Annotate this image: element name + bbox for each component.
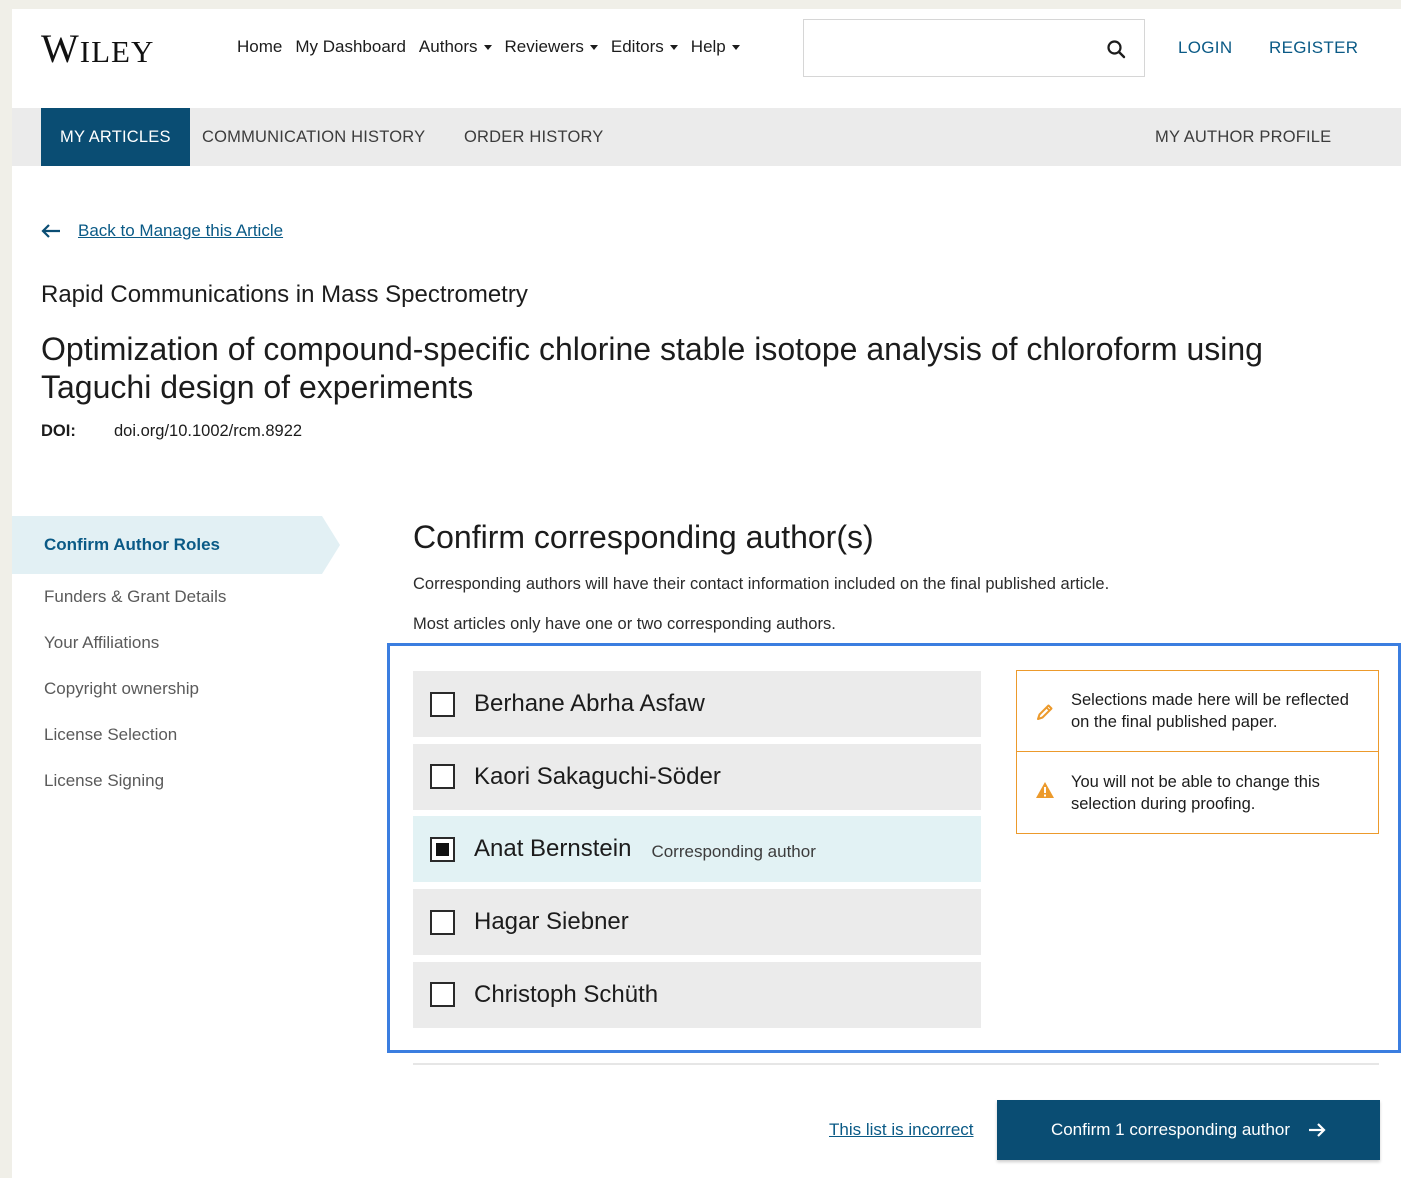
search-input[interactable] — [804, 20, 1084, 76]
confirm-button-label: Confirm 1 corresponding author — [1050, 1120, 1291, 1139]
author-list: Berhane Abrha Asfaw Kaori Sakaguchi-Söde… — [413, 671, 981, 1034]
nav-authors[interactable]: Authors — [419, 37, 492, 57]
steps-sidebar: Confirm Author Roles Funders & Grant Det… — [12, 516, 342, 804]
corresponding-author-tag: Corresponding author — [651, 842, 816, 862]
journal-title: Rapid Communications in Mass Spectrometr… — [41, 281, 528, 308]
confirm-corresponding-author-button[interactable]: Confirm 1 corresponding author — [997, 1100, 1380, 1160]
author-option[interactable]: Christoph Schüth — [413, 961, 981, 1028]
caret-down-icon — [669, 44, 678, 50]
author-option[interactable]: Kaori Sakaguchi-Söder — [413, 743, 981, 810]
arrow-left-icon[interactable] — [41, 224, 61, 238]
tab-bar: MY ARTICLES COMMUNICATION HISTORY ORDER … — [12, 108, 1401, 166]
checkbox[interactable] — [430, 982, 455, 1008]
caret-down-icon — [731, 44, 740, 50]
list-incorrect-link[interactable]: This list is incorrect — [829, 1120, 974, 1140]
page: WILEY Home My Dashboard Authors Reviewer… — [12, 9, 1401, 1178]
author-name: Christoph Schüth — [474, 980, 659, 1008]
step-confirm-author-roles[interactable]: Confirm Author Roles — [12, 516, 340, 574]
author-name: Hagar Siebner — [474, 908, 629, 936]
article-title: Optimization of compound-specific chlori… — [41, 331, 1263, 405]
main-nav: Home My Dashboard Authors Reviewers Edit… — [237, 37, 753, 57]
register-link[interactable]: REGISTER — [1269, 38, 1358, 58]
wiley-logo[interactable]: WILEY — [41, 25, 154, 72]
checkbox-checked[interactable] — [430, 836, 455, 862]
notice-row: Selections made here will be reflected o… — [1017, 671, 1378, 751]
nav-help[interactable]: Help — [691, 37, 740, 57]
nav-reviewers[interactable]: Reviewers — [505, 37, 598, 57]
step-funders-grant-details[interactable]: Funders & Grant Details — [12, 574, 342, 620]
author-option[interactable]: Berhane Abrha Asfaw — [413, 671, 981, 737]
notice-row: You will not be able to change this sele… — [1017, 751, 1378, 833]
pencil-icon — [1037, 704, 1053, 720]
panel-title: Confirm corresponding author(s) — [413, 519, 874, 555]
tab-communication-history[interactable]: COMMUNICATION HISTORY — [202, 108, 425, 166]
author-name: Berhane Abrha Asfaw — [474, 690, 705, 717]
checkbox[interactable] — [430, 909, 455, 935]
nav-home[interactable]: Home — [237, 37, 282, 57]
tab-my-author-profile[interactable]: MY AUTHOR PROFILE — [1155, 108, 1331, 166]
step-license-signing[interactable]: License Signing — [12, 758, 342, 804]
tab-my-articles[interactable]: MY ARTICLES — [41, 108, 190, 166]
checkbox[interactable] — [430, 764, 455, 790]
doi-value: doi.org/10.1002/rcm.8922 — [114, 422, 303, 440]
checkbox[interactable] — [430, 691, 455, 717]
author-name: Anat Bernstein — [474, 835, 632, 863]
arrow-right-icon — [1309, 1123, 1326, 1137]
doi-row: DOI: doi.org/10.1002/rcm.8922 — [41, 422, 302, 441]
author-option[interactable]: Hagar Siebner — [413, 889, 981, 956]
back-to-manage-link[interactable]: Back to Manage this Article — [78, 221, 283, 241]
caret-down-icon — [589, 44, 598, 50]
tab-order-history[interactable]: ORDER HISTORY — [464, 108, 604, 166]
notice-text: Selections made here will be reflected o… — [1071, 691, 1349, 731]
divider — [413, 1063, 1379, 1065]
caret-down-icon — [483, 44, 492, 50]
back-nav: Back to Manage this Article — [41, 221, 283, 241]
nav-editors[interactable]: Editors — [611, 37, 678, 57]
info-notice: Selections made here will be reflected o… — [1016, 670, 1379, 834]
step-license-selection[interactable]: License Selection — [12, 712, 342, 758]
panel-description: Corresponding authors will have their co… — [413, 575, 1110, 593]
search-icon[interactable] — [1106, 39, 1126, 59]
nav-my-dashboard[interactable]: My Dashboard — [295, 37, 406, 57]
step-your-affiliations[interactable]: Your Affiliations — [12, 620, 342, 666]
login-link[interactable]: LOGIN — [1178, 38, 1232, 58]
doi-label: DOI: — [41, 422, 76, 440]
search-box — [803, 19, 1145, 77]
panel-description-secondary: Most articles only have one or two corre… — [413, 615, 836, 633]
step-copyright-ownership[interactable]: Copyright ownership — [12, 666, 342, 712]
author-option[interactable]: Anat Bernstein Corresponding author — [413, 816, 981, 883]
warning-icon — [1036, 782, 1054, 798]
notice-text: You will not be able to change this sele… — [1071, 773, 1320, 813]
author-name: Kaori Sakaguchi-Söder — [474, 762, 721, 790]
